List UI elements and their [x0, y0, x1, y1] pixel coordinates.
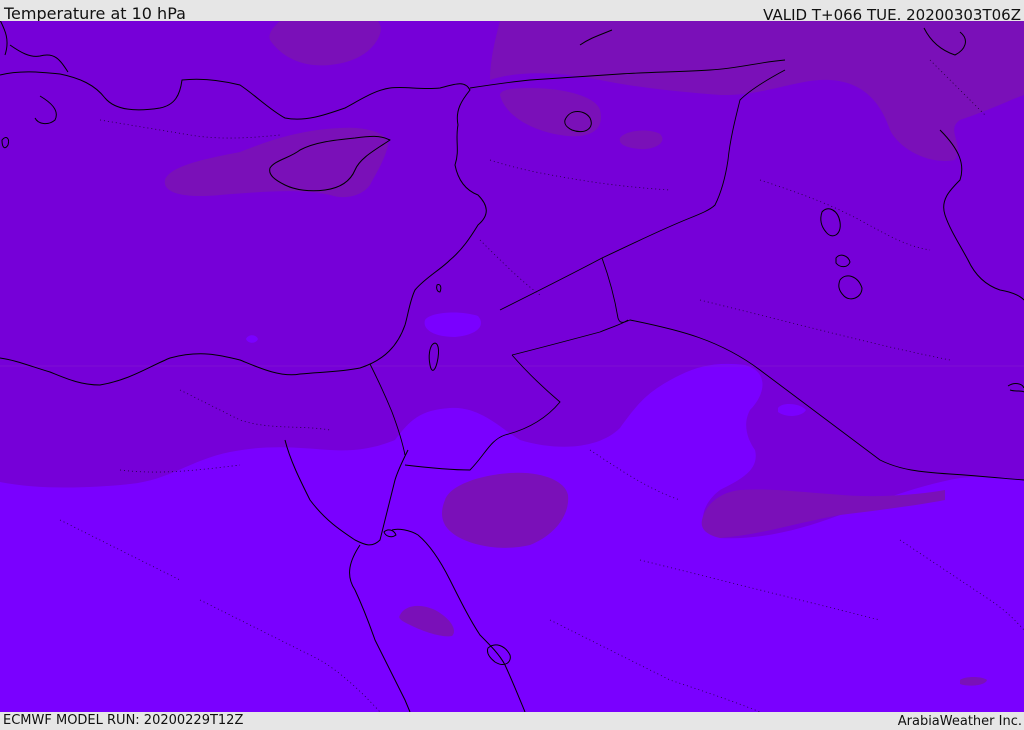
credit-label: ArabiaWeather Inc.: [897, 714, 1022, 729]
map-svg: [0, 21, 1024, 712]
map-canvas: [0, 21, 1024, 712]
model-run-label: ECMWF MODEL RUN: 20200229T12Z: [3, 713, 244, 728]
header-bar: Temperature at 10 hPa VALID T+066 TUE. 2…: [0, 0, 1024, 24]
footer-bar: ECMWF MODEL RUN: 20200229T12Z ArabiaWeat…: [0, 712, 1024, 729]
